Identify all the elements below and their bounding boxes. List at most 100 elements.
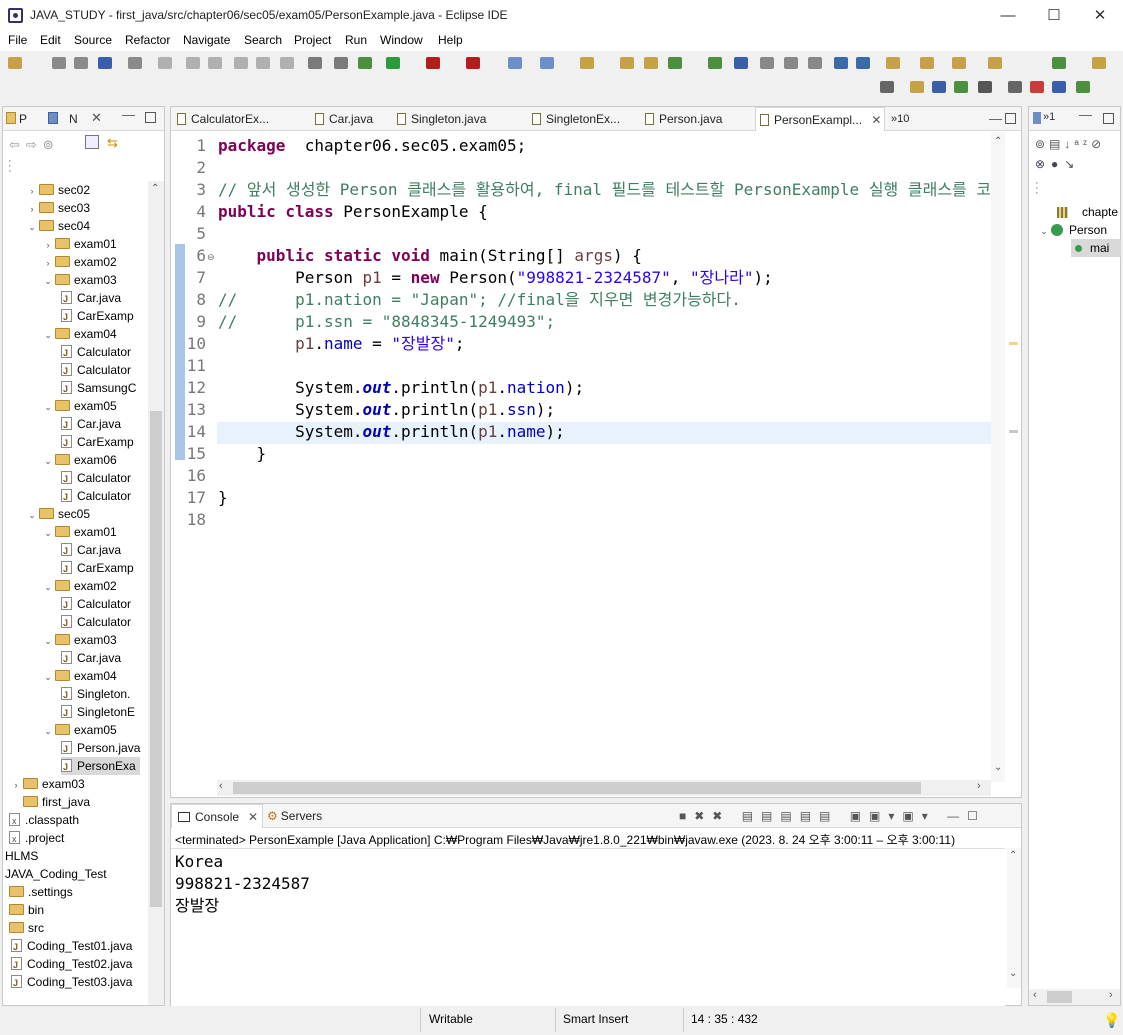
tree-item[interactable]: Car.java <box>61 415 121 434</box>
tree-item[interactable]: JAVA_Coding_Test <box>5 865 107 883</box>
editor-hscrollbar[interactable]: ‹ › <box>217 780 991 796</box>
minimize-view-icon[interactable]: — <box>122 107 135 122</box>
toolbar-icon[interactable] <box>760 57 774 69</box>
collapse-all-icon[interactable] <box>85 135 99 149</box>
tree-item[interactable]: Coding_Test03.java <box>11 973 132 992</box>
perspective-icon[interactable] <box>1052 81 1066 93</box>
minimize-editor-icon[interactable]: — <box>989 111 1002 126</box>
tree-item[interactable]: Car.java <box>61 541 121 560</box>
perspective-icon[interactable] <box>910 81 924 93</box>
perspective-icon[interactable] <box>1076 81 1090 93</box>
chevron-down-icon[interactable]: ⌄ <box>43 524 53 542</box>
code-line[interactable]: System.out.println(p1.ssn); <box>218 399 555 421</box>
toolbar-icon[interactable] <box>334 57 348 69</box>
tree-item[interactable]: Car.java <box>61 649 121 668</box>
toolbar-icon[interactable] <box>508 57 522 69</box>
outline-toolbar[interactable]: ⊚▤↓ᵃᶻ⊘ <box>1035 137 1105 151</box>
toolbar-icon[interactable] <box>952 57 966 69</box>
tree-item[interactable]: ⌄ exam01 <box>43 523 116 542</box>
scroll-up-icon[interactable]: ⌃ <box>994 136 1002 147</box>
toolbar-icon[interactable] <box>784 57 798 69</box>
maximize-view-icon[interactable] <box>1103 113 1114 124</box>
tree-item[interactable]: CarExamp <box>61 433 134 452</box>
toolbar-icon[interactable] <box>808 57 822 69</box>
tree-item[interactable]: Coding_Test02.java <box>11 955 132 974</box>
close-icon[interactable]: ✕ <box>868 113 881 127</box>
tree-item[interactable]: › sec03 <box>27 199 91 217</box>
outline-overflow[interactable]: »1 <box>1043 111 1055 123</box>
tree-item[interactable]: ⌄ exam03 <box>43 271 116 290</box>
toolbar-icon[interactable] <box>52 57 66 69</box>
perspective-icon[interactable] <box>880 81 894 93</box>
chevron-down-icon[interactable]: ⌄ <box>43 578 53 596</box>
tree-item[interactable]: › exam03 <box>11 775 85 793</box>
chevron-down-icon[interactable]: ⌄ <box>43 452 53 470</box>
chevron-right-icon[interactable]: › <box>27 182 37 200</box>
menu-edit[interactable]: Edit <box>40 33 61 47</box>
chevron-down-icon[interactable]: ⌄ <box>27 218 37 236</box>
scroll-right-icon[interactable]: › <box>1109 989 1113 1001</box>
tree-item[interactable]: SamsungC <box>61 379 136 398</box>
tree-item[interactable]: ⌄ exam04 <box>43 667 116 686</box>
tree-item[interactable]: ⌄ sec04 <box>27 217 90 235</box>
code-line[interactable]: // p1.ssn = "8848345-1249493"; <box>218 311 555 333</box>
menu-navigate[interactable]: Navigate <box>183 33 230 47</box>
outline-hscrollbar[interactable]: ‹ › <box>1029 989 1120 1005</box>
code-line[interactable]: // 앞서 생성한 Person 클래스를 활용하여, final 필드를 테스… <box>218 179 990 201</box>
editor-tab[interactable]: PersonExampl... ✕ <box>755 107 885 131</box>
hscroll-thumb[interactable] <box>233 782 921 794</box>
code-line[interactable]: p1.name = "장발장"; <box>218 333 464 355</box>
code-line[interactable]: // p1.nation = "Japan"; //final을 지우면 변경가… <box>218 289 741 311</box>
toolbar-icon[interactable] <box>734 57 748 69</box>
minimize-button[interactable]: — <box>985 0 1031 31</box>
tree-item[interactable]: Calculator <box>61 487 131 506</box>
code-line[interactable]: Person p1 = new Person("998821-2324587",… <box>218 267 773 289</box>
project-tree[interactable]: › sec02 › sec03 ⌄ sec04 › exam01 › exam02 ⌄ exam03 C… <box>3 181 148 1001</box>
perspective-icon[interactable] <box>1008 81 1022 93</box>
tree-item[interactable]: Calculator <box>61 343 131 362</box>
toolbar-icon[interactable] <box>856 57 870 69</box>
console-toolbar[interactable]: ■✖✖ ▤▤▤▤▤ ▣▣▾▣▾ —☐ <box>679 809 986 823</box>
editor-vscrollbar[interactable]: ⌃ ⌄ <box>991 132 1005 782</box>
perspective-icon[interactable] <box>1030 81 1044 93</box>
tree-item[interactable]: Calculator <box>61 469 131 488</box>
toolbar-icon[interactable] <box>426 57 440 69</box>
tab-console[interactable]: Console ✕ <box>171 804 263 828</box>
tree-item[interactable]: ⌄ exam04 <box>43 325 116 343</box>
toolbar-icon[interactable] <box>358 57 372 69</box>
chevron-down-icon[interactable]: ⌄ <box>43 668 53 686</box>
tree-item[interactable]: ⌄ exam03 <box>43 631 116 649</box>
chevron-down-icon[interactable]: ⌄ <box>43 272 53 290</box>
code-line[interactable]: System.out.println(p1.nation); <box>218 377 584 399</box>
tree-item[interactable]: › exam01 <box>43 235 117 253</box>
menu-search[interactable]: Search <box>244 33 282 47</box>
toolbar-icon[interactable] <box>988 57 1002 69</box>
tree-item[interactable]: first_java <box>11 793 90 811</box>
toolbar-icon[interactable] <box>668 57 682 69</box>
menu-project[interactable]: Project <box>294 33 331 47</box>
tree-item[interactable]: Car.java <box>61 289 121 308</box>
tree-item[interactable]: Calculator <box>61 361 131 380</box>
tree-item[interactable]: CarExamp <box>61 559 134 578</box>
toolbar-icon[interactable] <box>540 57 554 69</box>
editor-tab[interactable]: Person.java <box>641 107 751 131</box>
maximize-button[interactable]: ☐ <box>1031 0 1077 31</box>
close-icon[interactable]: ✕ <box>248 810 258 824</box>
tree-item[interactable]: .classpath <box>9 811 79 830</box>
perspective-icon[interactable] <box>954 81 968 93</box>
toolbar-icon[interactable] <box>920 57 934 69</box>
outline-package[interactable]: chapte <box>1057 203 1118 221</box>
toolbar-icon[interactable] <box>256 57 270 69</box>
close-icon[interactable]: ✕ <box>91 110 102 126</box>
maximize-editor-icon[interactable] <box>1005 113 1016 124</box>
editor-tab[interactable]: Car.java <box>311 107 389 131</box>
editor-tab[interactable]: SingletonEx... <box>528 107 638 131</box>
scroll-up-icon[interactable]: ⌃ <box>1009 850 1017 861</box>
toolbar-icon[interactable] <box>708 57 722 69</box>
tree-item[interactable]: › sec02 <box>27 181 91 200</box>
tree-item[interactable]: Calculator <box>61 595 131 614</box>
scroll-down-icon[interactable]: ⌄ <box>994 762 1002 773</box>
fold-icon[interactable]: ⊖ <box>207 252 215 263</box>
menu-help[interactable]: Help <box>438 33 463 47</box>
code-line[interactable]: public class PersonExample { <box>218 201 488 223</box>
